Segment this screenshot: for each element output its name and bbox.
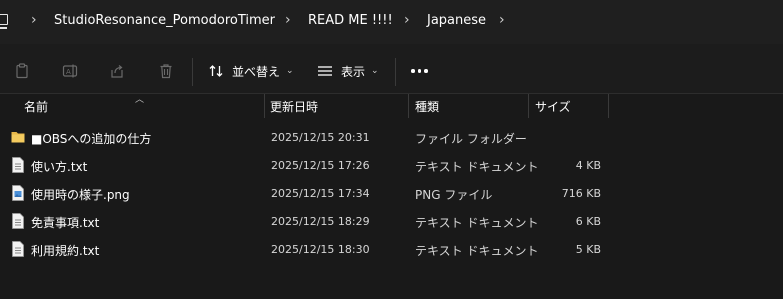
file-name: 使い方.txt (31, 160, 88, 174)
share-icon[interactable] (109, 63, 125, 79)
column-header-name[interactable]: 名前 (24, 98, 48, 115)
file-size: 4 KB (575, 159, 601, 172)
chevron-right-icon[interactable]: › (404, 12, 410, 28)
file-name: ■OBSへの追加の仕方 (31, 132, 152, 146)
file-size: 716 KB (561, 187, 601, 200)
sort-button[interactable]: 並べ替え ⌄ (208, 58, 294, 84)
delete-icon[interactable] (158, 63, 174, 79)
file-name: 利用規約.txt (31, 244, 100, 258)
sort-ascending-icon: ︿ (135, 95, 145, 105)
toolbar-divider (395, 58, 396, 86)
rename-icon[interactable]: A (62, 63, 78, 79)
command-bar: A 並べ替え ⌄ 表示 ⌄ (0, 44, 783, 94)
list-item[interactable]: 使い方.txt 2025/12/15 17:26 テキスト ドキュメント 4 K… (0, 151, 783, 179)
file-type: PNG ファイル (415, 188, 493, 202)
list-item[interactable]: 免責事項.txt 2025/12/15 18:29 テキスト ドキュメント 6 … (0, 207, 783, 235)
folder-icon (11, 132, 25, 143)
column-divider[interactable] (408, 94, 409, 118)
file-date: 2025/12/15 18:29 (271, 215, 370, 228)
svg-text:A: A (66, 68, 71, 76)
column-header-type[interactable]: 種類 (415, 98, 439, 115)
file-date: 2025/12/15 17:34 (271, 187, 370, 200)
view-icon (318, 66, 332, 76)
text-file-icon (12, 157, 24, 173)
column-divider[interactable] (264, 94, 265, 118)
breadcrumb-item-project[interactable]: StudioResonance_PomodoroTimer (54, 13, 275, 28)
file-size: 6 KB (575, 215, 601, 228)
file-date: 2025/12/15 18:30 (271, 243, 370, 256)
toolbar-divider (192, 58, 193, 86)
chevron-right-icon[interactable]: › (499, 12, 505, 28)
chevron-down-icon: ⌄ (371, 66, 379, 76)
list-item[interactable]: 利用規約.txt 2025/12/15 18:30 テキスト ドキュメント 5 … (0, 235, 783, 263)
chevron-down-icon: ⌄ (286, 66, 294, 76)
file-size: 5 KB (575, 243, 601, 256)
computer-icon[interactable] (0, 14, 8, 29)
breadcrumb-item-japanese[interactable]: Japanese (427, 13, 486, 28)
more-options-icon[interactable] (411, 69, 428, 73)
sort-icon (209, 65, 223, 77)
column-divider[interactable] (528, 94, 529, 118)
column-header-size[interactable]: サイズ (535, 98, 571, 115)
file-type: テキスト ドキュメント (415, 160, 539, 174)
text-file-icon (12, 213, 24, 229)
paste-icon[interactable] (14, 63, 30, 79)
list-item[interactable]: ■OBSへの追加の仕方 2025/12/15 20:31 ファイル フォルダー (0, 123, 783, 151)
file-type: テキスト ドキュメント (415, 244, 539, 258)
chevron-right-icon[interactable]: › (285, 12, 291, 28)
image-file-icon (12, 185, 24, 201)
file-date: 2025/12/15 20:31 (271, 131, 370, 144)
file-name: 免責事項.txt (31, 216, 100, 230)
breadcrumb[interactable]: › StudioResonance_PomodoroTimer › READ M… (0, 0, 783, 44)
column-header-date[interactable]: 更新日時 (270, 98, 318, 115)
text-file-icon (12, 241, 24, 257)
file-name: 使用時の様子.png (31, 188, 130, 202)
breadcrumb-item-readme[interactable]: READ ME !!!! (308, 13, 393, 28)
list-item[interactable]: 使用時の様子.png 2025/12/15 17:34 PNG ファイル 716… (0, 179, 783, 207)
file-type: テキスト ドキュメント (415, 216, 539, 230)
column-header-row: ︿ 名前 更新日時 種類 サイズ (0, 94, 783, 118)
chevron-right-icon[interactable]: › (31, 12, 37, 28)
view-button[interactable]: 表示 ⌄ (317, 58, 379, 84)
file-type: ファイル フォルダー (415, 132, 527, 146)
file-date: 2025/12/15 17:26 (271, 159, 370, 172)
address-bar: › StudioResonance_PomodoroTimer › READ M… (0, 0, 783, 44)
sort-label: 並べ替え (232, 64, 281, 79)
column-divider[interactable] (608, 94, 609, 118)
view-label: 表示 (341, 64, 366, 79)
